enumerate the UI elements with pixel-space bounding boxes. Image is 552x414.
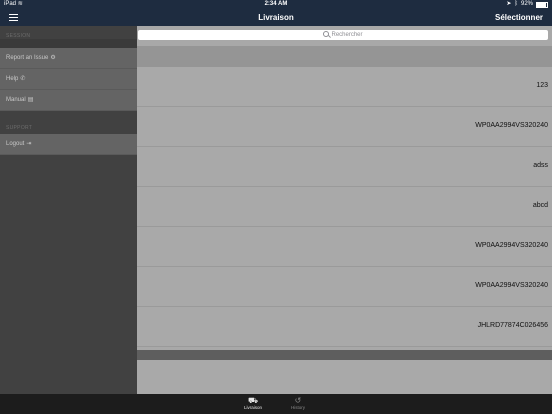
history-icon: ↺	[294, 396, 302, 405]
status-time: 2:34 AM	[264, 1, 288, 7]
list-item[interactable]: WP0AA2994VS320240	[137, 107, 552, 147]
main-content: Rechercher 123 WP0AA2994VS320240 adss ab…	[137, 26, 552, 394]
menu-item-manual[interactable]: Manual ▤	[0, 90, 137, 111]
section-header-support: SUPPORT	[6, 125, 33, 131]
logout-icon: ⇥	[26, 141, 32, 147]
list-item[interactable]: JHLRD77874C026456	[137, 307, 552, 347]
tab-bar: ⛟ Livraison ↺ History	[0, 394, 552, 414]
book-icon: ▤	[27, 97, 34, 103]
list-header	[137, 46, 552, 67]
location-icon: ➤	[506, 1, 512, 7]
battery-icon	[536, 1, 548, 8]
bug-icon: ⚙	[50, 55, 56, 61]
status-right: ➤ ᛒ 92%	[506, 0, 548, 9]
navigation-bar: Livraison Sélectionner	[0, 9, 552, 26]
select-button[interactable]: Sélectionner	[495, 9, 543, 26]
list-item[interactable]: adss	[137, 147, 552, 187]
list-item[interactable]: abcd	[137, 187, 552, 227]
delivery-list: 123 WP0AA2994VS320240 adss abcd WP0AA299…	[137, 67, 552, 347]
menu-item-logout[interactable]: Logout ⇥	[0, 134, 137, 155]
list-item[interactable]: WP0AA2994VS320240	[137, 227, 552, 267]
bluetooth-icon: ᛒ	[514, 1, 518, 7]
truck-icon: ⛟	[247, 396, 259, 405]
battery-percent: 92%	[520, 1, 533, 7]
page-title: Livraison	[258, 13, 294, 22]
search-bar: Rechercher	[137, 26, 552, 46]
list-footer	[137, 350, 552, 360]
search-input[interactable]: Rechercher	[138, 30, 548, 40]
list-item[interactable]: 123	[137, 67, 552, 107]
status-bar: iPad ≋ 2:34 AM ➤ ᛒ 92%	[0, 0, 552, 9]
search-placeholder: Rechercher	[331, 32, 363, 38]
empty-area	[137, 360, 552, 394]
tab-livraison[interactable]: ⛟ Livraison	[233, 394, 273, 410]
phone-icon: ✆	[20, 76, 26, 82]
search-icon	[323, 31, 330, 37]
side-menu: SESSION Report an Issue ⚙ Help ✆ Manual ▤ S…	[0, 26, 137, 394]
tab-history[interactable]: ↺ History	[278, 394, 318, 410]
list-item[interactable]: WP0AA2994VS320240	[137, 267, 552, 307]
menu-item-help[interactable]: Help ✆	[0, 69, 137, 90]
menu-item-report-issue[interactable]: Report an Issue ⚙	[0, 48, 137, 69]
section-header-session: SESSION	[6, 33, 31, 39]
section-spacer	[0, 39, 137, 48]
